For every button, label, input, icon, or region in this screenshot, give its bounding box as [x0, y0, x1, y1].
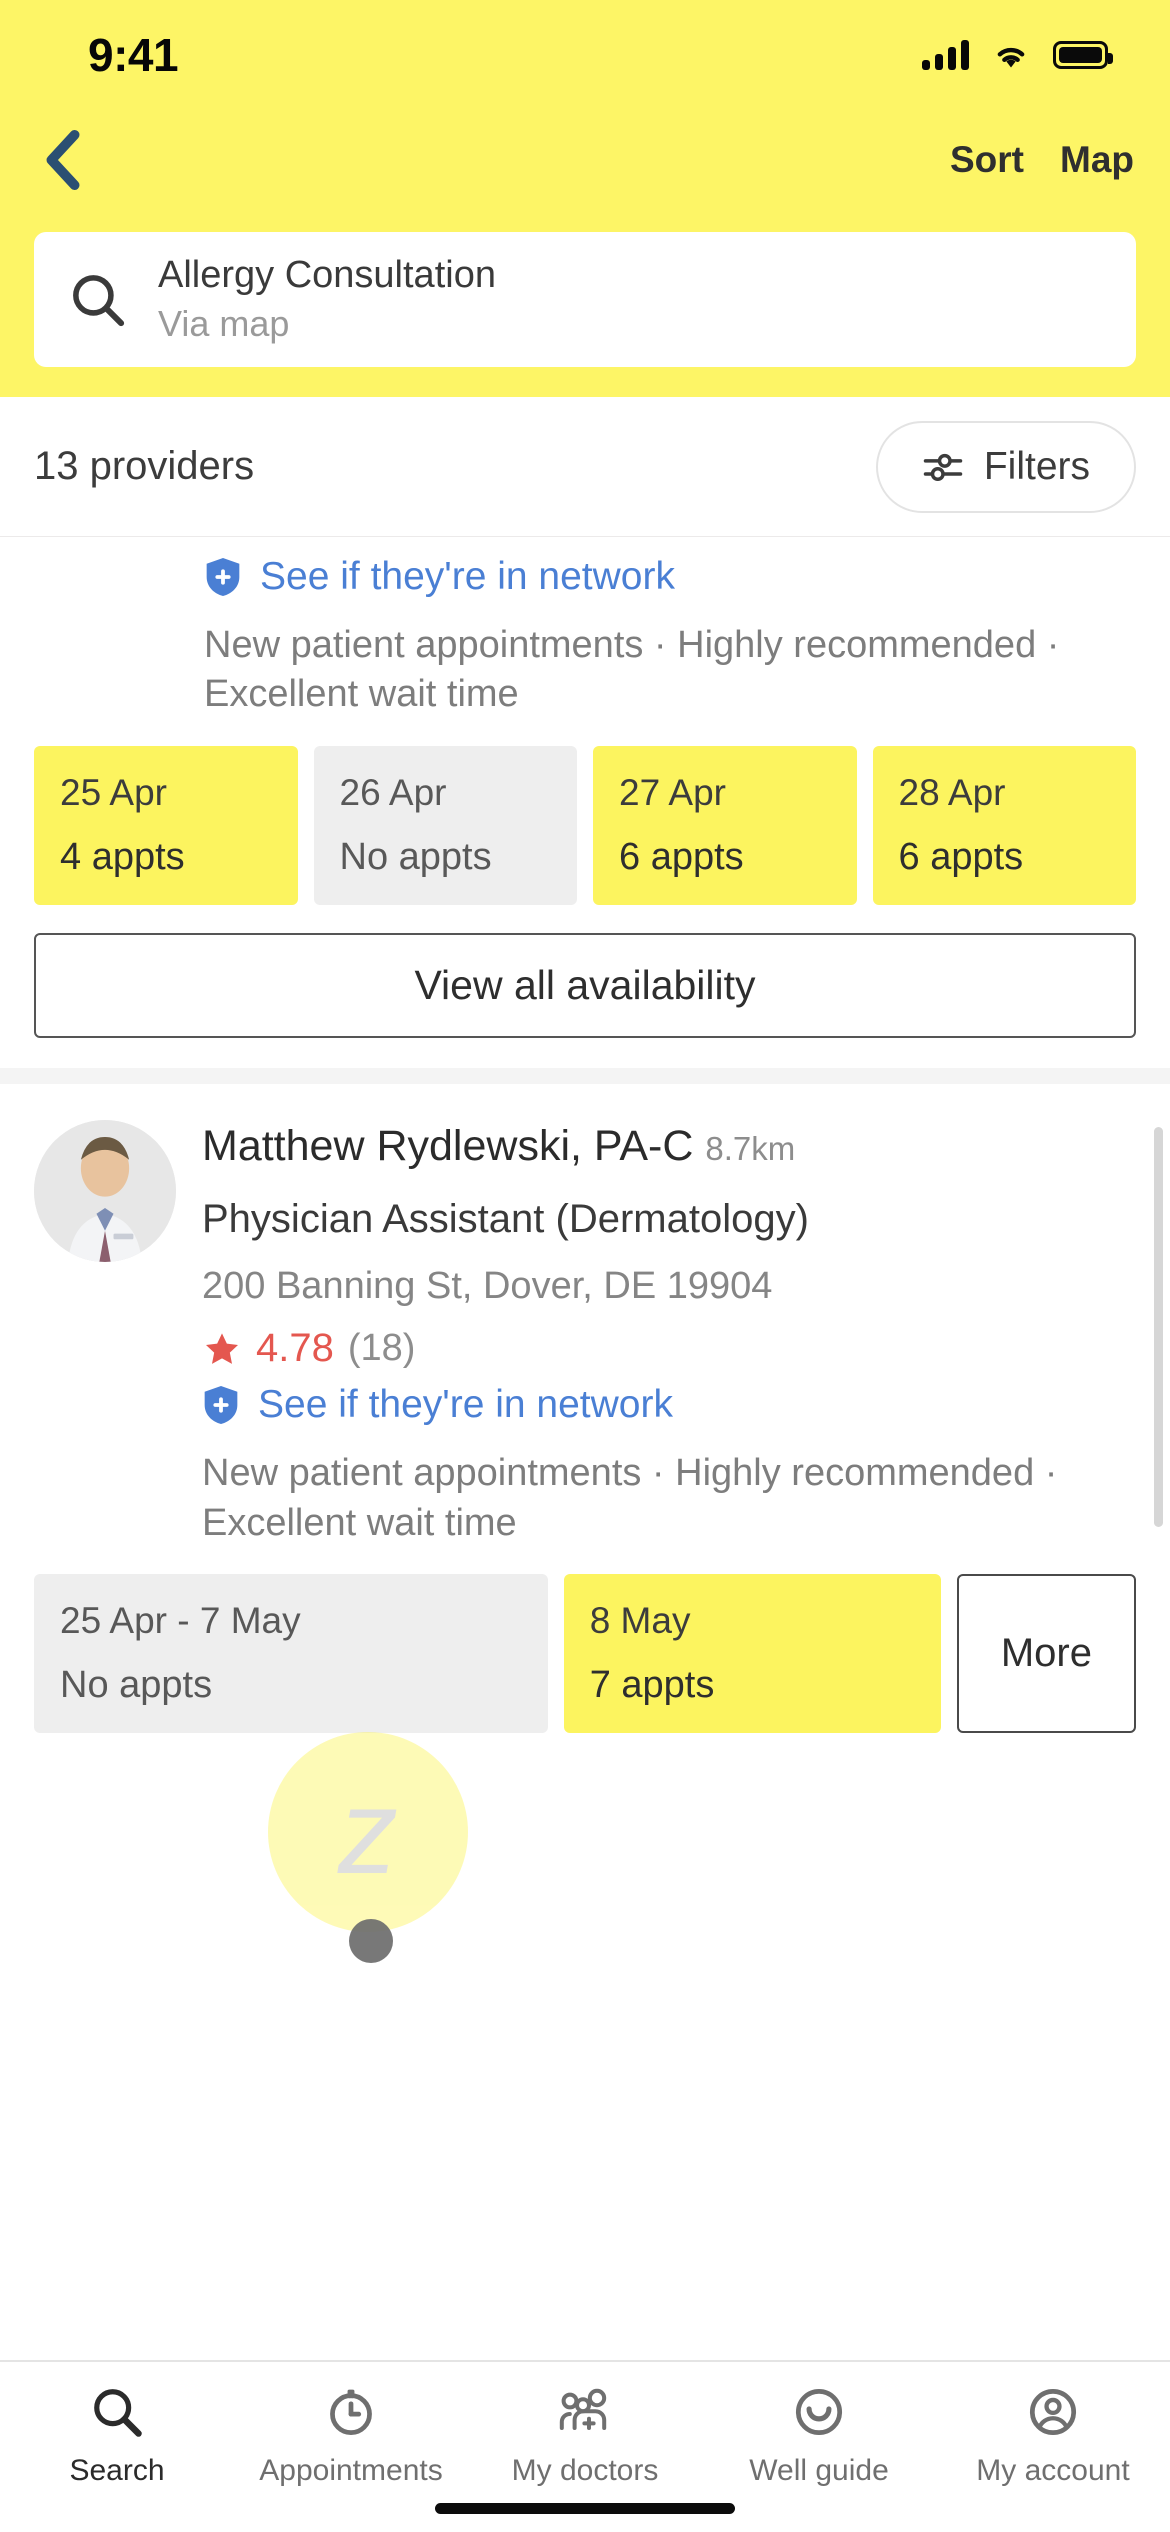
availability-tile[interactable]: 26 Apr No appts	[313, 745, 577, 905]
network-row[interactable]: See if they're in network	[202, 1371, 1136, 1431]
tile-date: 26 Apr	[339, 771, 447, 813]
provider-card-partial[interactable]: See if they're in network New patient ap…	[0, 537, 1170, 1068]
provider-list[interactable]: z See if they're in network New patient …	[0, 537, 1170, 2360]
tile-appts: 4 appts	[60, 835, 185, 878]
tile-date: 25 Apr - 7 May	[60, 1600, 301, 1642]
tile-appts: 6 appts	[898, 835, 1024, 878]
network-row[interactable]: See if they're in network	[34, 543, 1136, 603]
rating-row: 4.78 (18)	[202, 1326, 1136, 1371]
people-plus-icon	[559, 2388, 607, 2430]
chevron-left-icon	[46, 129, 80, 191]
watermark-logo: z	[268, 1732, 468, 1932]
more-availability-button[interactable]: More	[956, 1574, 1136, 1734]
touch-indicator	[349, 1919, 393, 1963]
wifi-icon	[997, 47, 1025, 68]
battery-icon	[1053, 41, 1113, 69]
sort-button[interactable]: Sort	[950, 139, 1024, 181]
provider-blurb: New patient appointments · Highly recomm…	[202, 1452, 1058, 1544]
provider-count: 13 providers	[34, 444, 255, 488]
tab-label: Appointments	[259, 2454, 443, 2487]
search-bar[interactable]: Allergy Consultation Via map	[34, 232, 1136, 367]
tile-appts: No appts	[339, 835, 492, 878]
search-icon	[94, 2389, 142, 2437]
availability-tile[interactable]: 28 Apr 6 appts	[872, 745, 1136, 905]
provider-role: Physician Assistant (Dermatology)	[202, 1197, 809, 1242]
scrollbar[interactable]	[1154, 1127, 1163, 1527]
tab-appointments[interactable]: Appointments	[234, 2384, 468, 2488]
availability-tile[interactable]: 25 Apr 4 appts	[34, 745, 298, 905]
app-screen: 9:41 Sort Map Allergy Consultation Via m…	[0, 0, 1170, 2532]
header-spacer	[0, 367, 1170, 397]
search-subtext: Via map	[158, 303, 290, 344]
availability-tile[interactable]: 25 Apr - 7 May No appts	[34, 1574, 548, 1734]
availability-tiles: 25 Apr 4 appts 26 Apr No appts 27 Apr 6 …	[34, 720, 1136, 905]
more-label: More	[1000, 1631, 1092, 1676]
tab-label: Search	[69, 2454, 165, 2487]
nav-actions: Sort Map	[950, 139, 1134, 181]
tile-date: 27 Apr	[619, 771, 726, 813]
availability-tiles: 25 Apr - 7 May No appts 8 May 7 appts Mo…	[34, 1548, 1136, 1734]
tab-search[interactable]: Search	[0, 2384, 234, 2488]
availability-tile[interactable]: 27 Apr 6 appts	[593, 745, 857, 905]
account-circle-icon	[1029, 2388, 1077, 2436]
avatar-photo-icon	[34, 1119, 176, 1262]
results-bar: 13 providers Filters	[0, 397, 1170, 537]
view-all-availability-button[interactable]: View all availability	[34, 932, 1136, 1038]
status-icons	[922, 40, 1113, 70]
back-button[interactable]	[28, 125, 98, 195]
tile-appts: 6 appts	[619, 835, 744, 878]
avatar	[34, 1119, 176, 1262]
tune-sliders-icon	[923, 453, 963, 481]
search-icon	[73, 274, 125, 326]
map-button[interactable]: Map	[1060, 139, 1134, 181]
tab-label: My account	[976, 2454, 1130, 2487]
network-link[interactable]: See if they're in network	[260, 555, 675, 599]
tile-appts: 7 appts	[589, 1664, 715, 1707]
provider-name: Matthew Rydlewski, PA-C	[202, 1121, 694, 1170]
provider-distance: 8.7km	[705, 1129, 796, 1167]
signal-bars-icon	[922, 40, 969, 70]
status-time: 9:41	[88, 29, 179, 81]
clock-icon	[330, 2389, 372, 2436]
nav-row: Sort Map	[0, 110, 1170, 210]
shield-plus-icon	[206, 558, 240, 596]
shield-plus-icon	[204, 1386, 238, 1425]
provider-address: 200 Banning St, Dover, DE 19904	[202, 1265, 773, 1308]
star-icon	[206, 1333, 238, 1364]
provider-card[interactable]: Matthew Rydlewski, PA-C 8.7km Physician …	[0, 1083, 1170, 1734]
tab-label: My doctors	[511, 2454, 659, 2487]
tile-date: 8 May	[589, 1600, 691, 1642]
tile-date: 25 Apr	[60, 771, 167, 813]
rating-value: 4.78	[256, 1326, 334, 1371]
rating-count: (18)	[347, 1327, 416, 1370]
status-bar: 9:41	[0, 0, 1170, 110]
filters-button[interactable]: Filters	[875, 420, 1136, 513]
tile-appts: No appts	[60, 1664, 213, 1707]
card-divider	[0, 1067, 1170, 1084]
smiley-icon	[795, 2388, 843, 2436]
provider-info: Matthew Rydlewski, PA-C 8.7km Physician …	[202, 1120, 1136, 1548]
tab-well-guide[interactable]: Well guide	[702, 2384, 936, 2488]
header: 9:41 Sort Map Allergy Consultation Via m…	[0, 0, 1170, 397]
tab-label: Well guide	[749, 2454, 889, 2487]
home-indicator	[435, 2503, 735, 2514]
search-texts: Allergy Consultation Via map	[158, 254, 496, 345]
provider-header: Matthew Rydlewski, PA-C 8.7km Physician …	[34, 1084, 1136, 1548]
tile-date: 28 Apr	[898, 771, 1006, 813]
network-link[interactable]: See if they're in network	[258, 1383, 673, 1427]
provider-name-row: Matthew Rydlewski, PA-C 8.7km	[202, 1120, 1136, 1172]
availability-tile[interactable]: 8 May 7 appts	[563, 1574, 941, 1734]
tab-my-account[interactable]: My account	[936, 2384, 1170, 2488]
tab-my-doctors[interactable]: My doctors	[468, 2384, 702, 2488]
provider-blurb: New patient appointments · Highly recomm…	[204, 624, 1060, 716]
search-input[interactable]: Allergy Consultation	[158, 254, 496, 297]
filters-label: Filters	[983, 444, 1090, 488]
